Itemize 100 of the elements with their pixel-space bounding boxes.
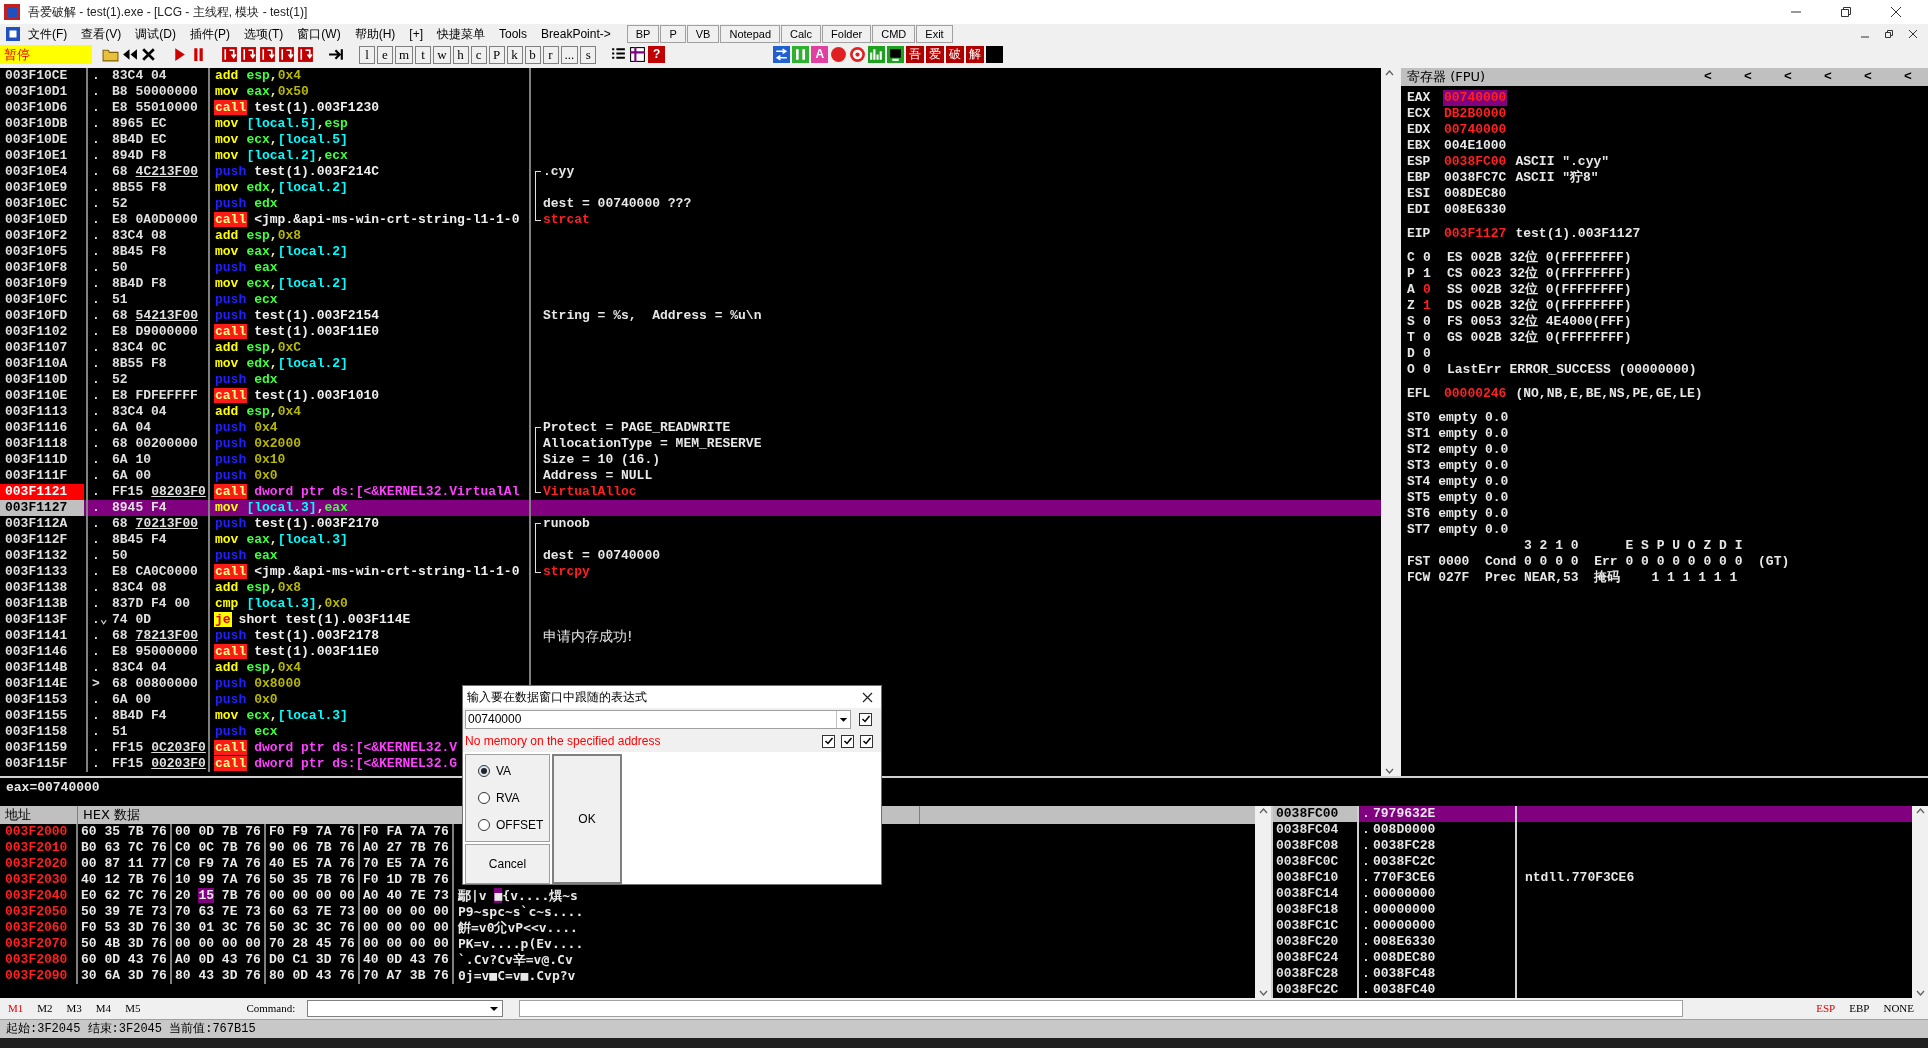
radio-icon[interactable] bbox=[478, 764, 490, 777]
quick-button[interactable]: CMD bbox=[872, 25, 916, 43]
toolbar-button[interactable]: P bbox=[488, 45, 505, 64]
quick-button[interactable]: Notepad bbox=[720, 25, 781, 43]
register-value[interactable]: 004E1000 bbox=[1443, 138, 1508, 154]
quick-button[interactable]: Exit bbox=[916, 25, 953, 43]
close-icon[interactable] bbox=[1908, 29, 1918, 39]
flag-value[interactable]: 1 bbox=[1423, 266, 1447, 282]
rewind-icon[interactable] bbox=[121, 46, 138, 63]
flag-value[interactable]: 0 bbox=[1423, 330, 1447, 346]
close-icon[interactable] bbox=[1890, 6, 1902, 18]
register-value[interactable]: 0038FC00 bbox=[1443, 154, 1508, 170]
stack-base-tab[interactable]: EBP bbox=[1849, 1000, 1870, 1017]
toolbar-button[interactable]: k bbox=[506, 45, 523, 64]
scrollbar[interactable] bbox=[1255, 806, 1271, 998]
help-button[interactable]: ? bbox=[648, 46, 666, 63]
close-icon[interactable] bbox=[140, 46, 157, 63]
pause-icon[interactable] bbox=[792, 46, 810, 63]
column-header[interactable]: 地址 bbox=[0, 806, 78, 824]
flag-value[interactable]: 0 bbox=[1423, 250, 1447, 266]
memory-tab[interactable]: M4 bbox=[95, 1000, 112, 1017]
text-field[interactable] bbox=[519, 1000, 1684, 1017]
quick-button[interactable]: Folder bbox=[822, 25, 872, 43]
expression-field[interactable]: 00740000 bbox=[465, 709, 851, 729]
scrollbar[interactable] bbox=[1912, 806, 1928, 998]
register-value[interactable]: 0038FC7C bbox=[1443, 170, 1508, 186]
register-value[interactable]: 00740000 bbox=[1443, 122, 1508, 138]
step-icon[interactable] bbox=[297, 46, 314, 63]
step-icon[interactable] bbox=[278, 46, 295, 63]
menu-item[interactable]: [+] bbox=[409, 25, 423, 43]
menu-item[interactable]: 帮助(H) bbox=[354, 25, 396, 43]
square-icon[interactable] bbox=[986, 46, 1004, 63]
cancel-button[interactable]: Cancel bbox=[465, 844, 550, 884]
toolbar-button[interactable]: ... bbox=[560, 45, 579, 64]
checkbox[interactable] bbox=[841, 734, 854, 748]
flag-value[interactable]: 0 bbox=[1423, 346, 1447, 362]
quick-button[interactable]: Calc bbox=[781, 25, 822, 43]
monitor-icon[interactable] bbox=[887, 46, 905, 63]
radio-icon[interactable] bbox=[478, 792, 490, 804]
register-value[interactable]: DB2B0000 bbox=[1443, 106, 1508, 122]
checkbox[interactable] bbox=[860, 734, 873, 748]
toolbar-button[interactable]: w bbox=[433, 45, 451, 64]
radio-icon[interactable] bbox=[478, 819, 490, 832]
flag-value[interactable]: 0 bbox=[1423, 314, 1447, 330]
dropdown-icon[interactable] bbox=[836, 710, 850, 728]
quick-button[interactable]: P bbox=[660, 25, 686, 43]
target-icon[interactable] bbox=[849, 46, 867, 63]
restore-icon[interactable] bbox=[1884, 29, 1894, 39]
selected-row[interactable]: 0038FC00 . 7979632E bbox=[1273, 806, 1912, 822]
radio-label[interactable]: VA bbox=[496, 761, 512, 780]
toolbar-button[interactable]: c bbox=[470, 45, 487, 64]
flag-value[interactable]: 0 bbox=[1423, 282, 1447, 298]
step-icon[interactable] bbox=[240, 46, 257, 63]
menu-item[interactable]: 窗口(W) bbox=[297, 25, 341, 43]
menu-item[interactable]: 查看(V) bbox=[81, 25, 122, 43]
swap-icon[interactable] bbox=[773, 46, 791, 63]
toolbar-button[interactable]: m bbox=[395, 45, 414, 64]
menu-item[interactable]: 插件(P) bbox=[190, 25, 230, 43]
toolbar-button[interactable]: l bbox=[359, 45, 375, 64]
register-value[interactable]: 003F1127 bbox=[1443, 226, 1508, 242]
toolbar-button[interactable]: 破 bbox=[946, 46, 965, 63]
menu-item[interactable]: BreakPoint-> bbox=[541, 25, 611, 43]
toolbar-button[interactable]: h bbox=[452, 45, 469, 64]
memory-tab[interactable]: M2 bbox=[37, 1000, 53, 1017]
stack-base-tab[interactable]: ESP bbox=[1816, 1000, 1836, 1017]
ok-button[interactable]: OK bbox=[552, 754, 622, 884]
register-value[interactable]: 00000246 bbox=[1443, 386, 1508, 402]
stack-base-tab[interactable]: NONE bbox=[1883, 1000, 1914, 1017]
quick-button[interactable]: BP bbox=[626, 25, 660, 43]
restore-icon[interactable] bbox=[1840, 6, 1852, 18]
memory-tab[interactable]: M3 bbox=[66, 1000, 82, 1017]
menu-item[interactable]: 快捷菜单 bbox=[437, 25, 485, 43]
grid-icon[interactable] bbox=[629, 46, 647, 63]
toolbar-button[interactable]: 爱 bbox=[926, 46, 945, 63]
arrow-icon[interactable] bbox=[328, 46, 345, 63]
toolbar-button[interactable]: 吾 bbox=[906, 46, 925, 63]
step-icon[interactable] bbox=[221, 46, 238, 63]
flag-value[interactable]: 1 bbox=[1423, 298, 1447, 314]
radio-label[interactable]: OFFSET bbox=[496, 816, 544, 835]
toolbar-button[interactable]: 解 bbox=[966, 46, 985, 63]
toolbar-button[interactable]: r bbox=[542, 45, 559, 64]
menu-item[interactable]: 文件(F) bbox=[28, 25, 68, 43]
record-icon[interactable] bbox=[830, 46, 848, 63]
toolbar-button[interactable]: e bbox=[377, 45, 393, 64]
close-icon[interactable] bbox=[862, 691, 873, 703]
menu-item[interactable]: 选项(T) bbox=[244, 25, 284, 43]
flag-value[interactable]: 0 bbox=[1423, 362, 1447, 378]
checkbox[interactable] bbox=[822, 734, 835, 748]
step-icon[interactable] bbox=[259, 46, 276, 63]
toolbar-button[interactable]: t bbox=[415, 45, 432, 64]
memory-tab[interactable]: M5 bbox=[125, 1000, 141, 1017]
toolbar-button[interactable]: b bbox=[524, 45, 541, 64]
memory-tab[interactable]: M1 bbox=[8, 1000, 24, 1017]
menu-item[interactable]: Tools bbox=[499, 25, 528, 43]
menu-item[interactable]: 调试(D) bbox=[135, 25, 176, 43]
checkbox[interactable] bbox=[859, 712, 872, 726]
register-value[interactable]: 008E6330 bbox=[1443, 202, 1508, 218]
dropdown-icon[interactable] bbox=[489, 1005, 500, 1012]
radio-label[interactable]: RVA bbox=[496, 789, 520, 807]
toolbar-button[interactable]: A bbox=[811, 46, 829, 63]
